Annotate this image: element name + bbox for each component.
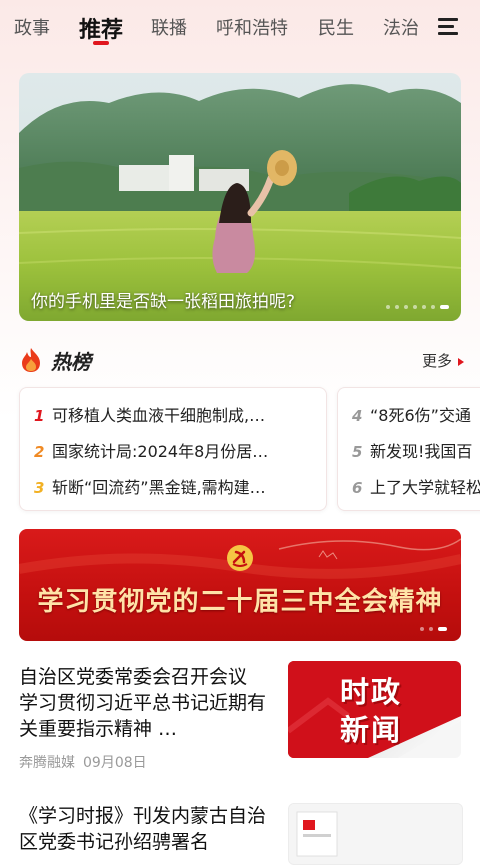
menu-icon[interactable] xyxy=(438,17,460,37)
active-tab-indicator xyxy=(93,41,109,45)
hot-item-text: 新发现!我国百 xyxy=(370,442,473,461)
banner-indicator xyxy=(420,627,447,631)
hot-item[interactable]: 2 国家统计局:2024年8月份居… xyxy=(34,438,268,464)
news-title[interactable]: 自治区党委常委会召开会议 学习贯彻习近平总书记近期有关重要指示精神 … xyxy=(19,664,271,742)
rank-number: 3 xyxy=(34,479,45,497)
arrow-right-icon xyxy=(458,357,464,366)
hot-item[interactable]: 3 斩断“回流药”黑金链,需构建… xyxy=(34,474,266,500)
news-title[interactable]: 《学习时报》刊发内蒙古自治区党委书记孙绍骋署名 xyxy=(19,803,271,855)
carousel-banner[interactable]: 你的手机里是否缺一张稻田旅拍呢? xyxy=(19,73,461,321)
rank-number: 2 xyxy=(34,443,45,461)
news-date: 09月08日 xyxy=(83,755,147,771)
hot-item-text: 可移植人类血液干细胞制成,… xyxy=(52,406,266,425)
tab-broadcast[interactable]: 联播 xyxy=(151,14,187,40)
tab-hohhot[interactable]: 呼和浩特 xyxy=(216,14,288,40)
hot-list-title: 热榜 xyxy=(51,350,91,374)
hot-list-card-next[interactable]: 4 “8死6伤”交通 5 新发现!我国百 6 上了大学就轻松 xyxy=(337,387,480,511)
channel-tabs: 政事 推荐 联播 呼和浩特 民生 法治 xyxy=(0,0,480,56)
tab-law[interactable]: 法治 xyxy=(383,14,419,40)
hot-item-text: “8死6伤”交通 xyxy=(370,406,471,425)
tab-livelihood[interactable]: 民生 xyxy=(318,14,354,40)
hot-item-text: 上了大学就轻松 xyxy=(370,478,480,497)
banner-caption: 你的手机里是否缺一张稻田旅拍呢? xyxy=(31,292,296,312)
study-banner[interactable]: 学习贯彻党的二十届三中全会精神 xyxy=(19,529,461,641)
news-thumbnail[interactable]: 时政 新闻 xyxy=(288,661,461,758)
hot-list-header: 热榜 更多 xyxy=(19,346,464,374)
thumbnail-text: 时政 新闻 xyxy=(340,675,403,747)
hot-item[interactable]: 1 可移植人类血液干细胞制成,… xyxy=(34,402,265,428)
hot-item[interactable]: 4 “8死6伤”交通 xyxy=(352,402,471,428)
rank-number: 6 xyxy=(352,479,363,497)
news-thumbnail[interactable] xyxy=(288,803,463,865)
news-meta: 奔腾融媒 09月08日 xyxy=(19,752,147,772)
rank-number: 5 xyxy=(352,443,363,461)
study-banner-text: 学习贯彻党的二十届三中全会精神 xyxy=(37,587,443,617)
banner-rice-field-photo xyxy=(19,73,461,321)
hot-item[interactable]: 5 新发现!我国百 xyxy=(352,438,472,464)
hot-item-text: 斩断“回流药”黑金链,需构建… xyxy=(52,478,266,497)
thumbnail-background xyxy=(289,804,462,864)
hot-item[interactable]: 6 上了大学就轻松 xyxy=(352,474,480,500)
rank-number: 1 xyxy=(34,407,45,425)
more-link[interactable]: 更多 xyxy=(422,350,464,371)
hot-list-card[interactable]: 1 可移植人类血液干细胞制成,… 2 国家统计局:2024年8月份居… 3 斩断“回流… xyxy=(19,387,327,511)
flame-icon xyxy=(22,348,40,372)
news-source: 奔腾融媒 xyxy=(19,755,75,771)
tab-recommend[interactable]: 推荐 xyxy=(79,12,123,44)
party-emblem-icon xyxy=(227,545,253,571)
hot-item-text: 国家统计局:2024年8月份居… xyxy=(52,442,269,461)
carousel-indicator xyxy=(386,305,449,309)
tab-politics[interactable]: 政事 xyxy=(14,14,50,40)
rank-number: 4 xyxy=(352,407,363,425)
